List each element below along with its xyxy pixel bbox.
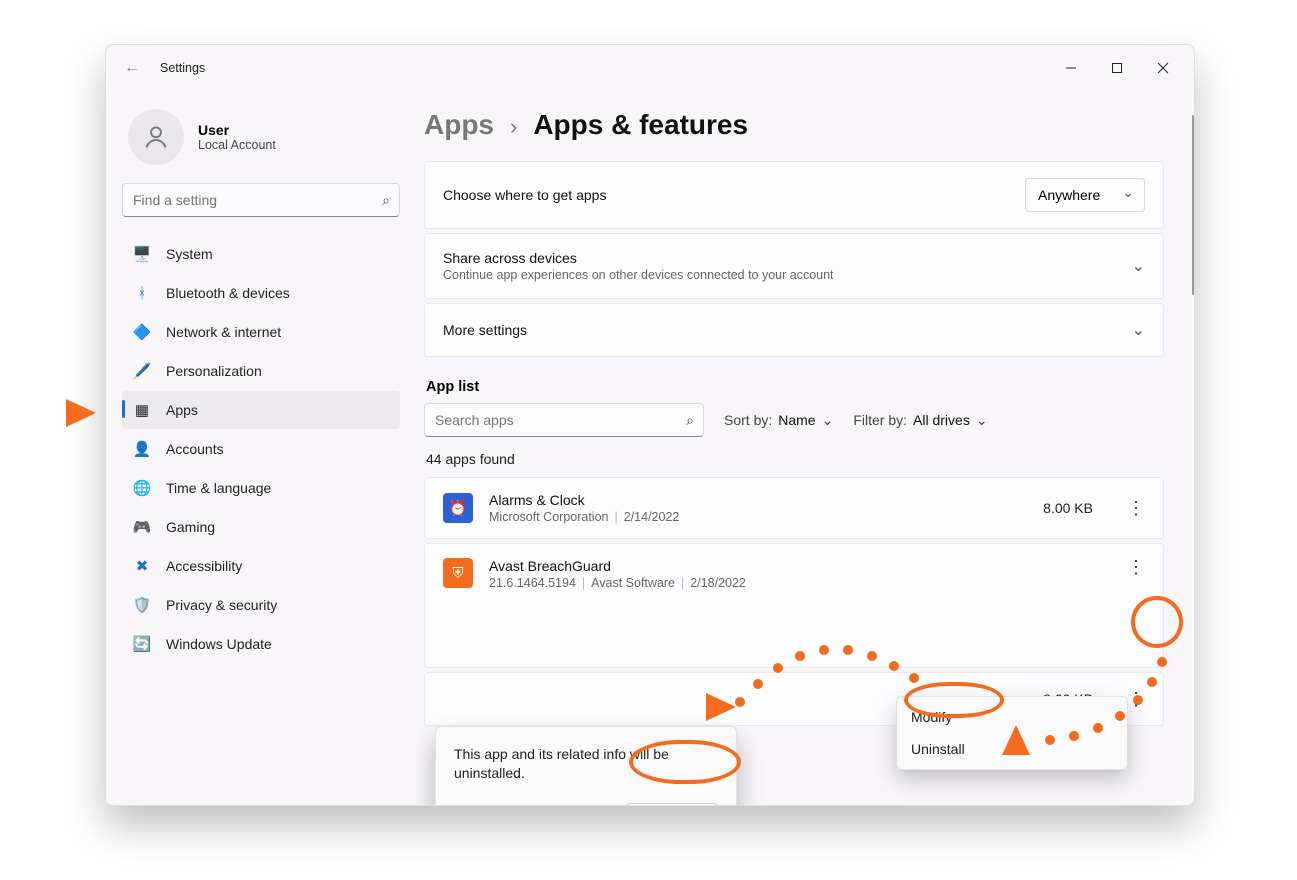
- sidebar-item-network-internet[interactable]: 🔷 Network & internet: [122, 313, 400, 351]
- nav-icon: 🎮: [132, 518, 152, 536]
- more-button[interactable]: ⋮: [1127, 499, 1145, 517]
- card-choose-where[interactable]: Choose where to get apps Anywhere: [424, 161, 1164, 229]
- nav-icon: 🔄: [132, 635, 152, 653]
- nav-icon: ✖: [132, 557, 152, 575]
- chevron-down-icon: ⌄: [822, 412, 834, 429]
- card-title: Share across devices: [443, 250, 834, 266]
- confirm-uninstall-button[interactable]: Uninstall: [626, 803, 718, 805]
- confirm-text: This app and its related info will be un…: [454, 745, 718, 783]
- sidebar: User Local Account ⌕ 🖥️ System ᚼ Bluetooth …: [106, 91, 416, 805]
- nav-label: Windows Update: [166, 636, 272, 652]
- uninstall-confirm-popup: This app and its related info will be un…: [435, 726, 737, 805]
- app-meta: 21.6.1464.5194|Avast Software|2/18/2022: [489, 576, 746, 590]
- annotation-arrow-icon: [66, 399, 96, 427]
- filter-by-dropdown[interactable]: Filter by: All drives ⌄: [853, 412, 987, 429]
- window-controls: [1048, 52, 1186, 84]
- nav-icon: ▦: [132, 401, 152, 419]
- nav-icon: 👤: [132, 440, 152, 458]
- app-count: 44 apps found: [426, 451, 1164, 467]
- back-button[interactable]: ←: [114, 59, 150, 77]
- page-title: Apps & features: [533, 109, 748, 141]
- sidebar-item-windows-update[interactable]: 🔄 Windows Update: [122, 625, 400, 663]
- sort-by-dropdown[interactable]: Sort by: Name ⌄: [724, 412, 833, 429]
- nav-icon: 🔷: [132, 323, 152, 341]
- app-row-alarms[interactable]: ⏰ Alarms & Clock Microsoft Corporation|2…: [424, 477, 1164, 539]
- nav-label: Accounts: [166, 441, 224, 457]
- close-button[interactable]: [1140, 52, 1186, 84]
- get-apps-dropdown[interactable]: Anywhere: [1025, 178, 1145, 212]
- nav-label: Time & language: [166, 480, 271, 496]
- account-type: Local Account: [198, 138, 276, 152]
- chevron-right-icon: ›: [510, 114, 517, 140]
- card-title: Choose where to get apps: [443, 187, 606, 203]
- app-icon: ⛨: [443, 558, 473, 588]
- nav-label: Personalization: [166, 363, 262, 379]
- settings-window: ← Settings User Local Account ⌕ �: [105, 44, 1195, 806]
- annotation-arrow-icon: [706, 693, 736, 721]
- nav-label: Apps: [166, 402, 198, 418]
- app-name: Avast BreachGuard: [489, 558, 746, 574]
- app-row-avast[interactable]: ⛨ Avast BreachGuard 21.6.1464.5194|Avast…: [424, 543, 1164, 668]
- nav-icon: 🖥️: [132, 245, 152, 263]
- profile-block[interactable]: User Local Account: [128, 109, 400, 165]
- card-title: More settings: [443, 322, 527, 338]
- main-pane: Apps › Apps & features Choose where to g…: [416, 91, 1194, 805]
- more-button[interactable]: ⋮: [1127, 690, 1145, 708]
- card-share-devices[interactable]: Share across devices Continue app experi…: [424, 233, 1164, 299]
- maximize-button[interactable]: [1094, 52, 1140, 84]
- sidebar-item-bluetooth-devices[interactable]: ᚼ Bluetooth & devices: [122, 274, 400, 312]
- nav-label: Privacy & security: [166, 597, 277, 613]
- annotation-arrow-icon: [1002, 725, 1030, 755]
- nav-icon: 🛡️: [132, 596, 152, 614]
- search-icon: ⌕: [382, 192, 390, 209]
- sort-label: Sort by:: [724, 412, 772, 428]
- filter-value: All drives: [913, 412, 970, 428]
- minimize-button[interactable]: [1048, 52, 1094, 84]
- search-apps-input[interactable]: [424, 403, 704, 437]
- nav-label: Bluetooth & devices: [166, 285, 290, 301]
- breadcrumb-parent[interactable]: Apps: [424, 109, 494, 141]
- sidebar-item-system[interactable]: 🖥️ System: [122, 235, 400, 273]
- app-icon: ⏰: [443, 493, 473, 523]
- sidebar-item-accessibility[interactable]: ✖ Accessibility: [122, 547, 400, 585]
- sidebar-item-time-language[interactable]: 🌐 Time & language: [122, 469, 400, 507]
- app-name: Alarms & Clock: [489, 492, 679, 508]
- sidebar-item-privacy-security[interactable]: 🛡️ Privacy & security: [122, 586, 400, 624]
- nav-icon: ᚼ: [132, 285, 152, 302]
- more-button[interactable]: ⋮: [1127, 558, 1145, 576]
- user-name: User: [198, 122, 276, 138]
- app-meta: Microsoft Corporation|2/14/2022: [489, 510, 679, 524]
- scrollbar[interactable]: [1192, 115, 1194, 295]
- breadcrumb: Apps › Apps & features: [416, 99, 1194, 161]
- sidebar-item-personalization[interactable]: 🖊️ Personalization: [122, 352, 400, 390]
- chevron-down-icon: ⌄: [1132, 256, 1145, 276]
- card-subtitle: Continue app experiences on other device…: [443, 268, 834, 282]
- nav-label: Accessibility: [166, 558, 242, 574]
- sidebar-item-accounts[interactable]: 👤 Accounts: [122, 430, 400, 468]
- search-apps[interactable]: ⌕: [424, 403, 704, 437]
- nav-icon: 🖊️: [132, 362, 152, 380]
- chevron-down-icon: ⌄: [976, 412, 988, 429]
- sidebar-item-gaming[interactable]: 🎮 Gaming: [122, 508, 400, 546]
- nav-label: System: [166, 246, 213, 262]
- app-size: 8.00 KB: [1043, 500, 1093, 516]
- nav-label: Network & internet: [166, 324, 281, 340]
- search-input[interactable]: [122, 183, 400, 217]
- nav-label: Gaming: [166, 519, 215, 535]
- sort-value: Name: [778, 412, 815, 428]
- find-setting-search[interactable]: ⌕: [122, 183, 400, 217]
- card-more-settings[interactable]: More settings ⌄: [424, 303, 1164, 357]
- sidebar-item-apps[interactable]: ▦ Apps: [122, 391, 400, 429]
- window-title: Settings: [160, 61, 205, 75]
- search-icon: ⌕: [686, 412, 694, 429]
- filter-label: Filter by:: [853, 412, 907, 428]
- titlebar: ← Settings: [106, 45, 1194, 91]
- chevron-down-icon: ⌄: [1132, 320, 1145, 340]
- app-list-heading: App list: [426, 379, 1164, 395]
- avatar-icon: [128, 109, 184, 165]
- nav-icon: 🌐: [132, 479, 152, 497]
